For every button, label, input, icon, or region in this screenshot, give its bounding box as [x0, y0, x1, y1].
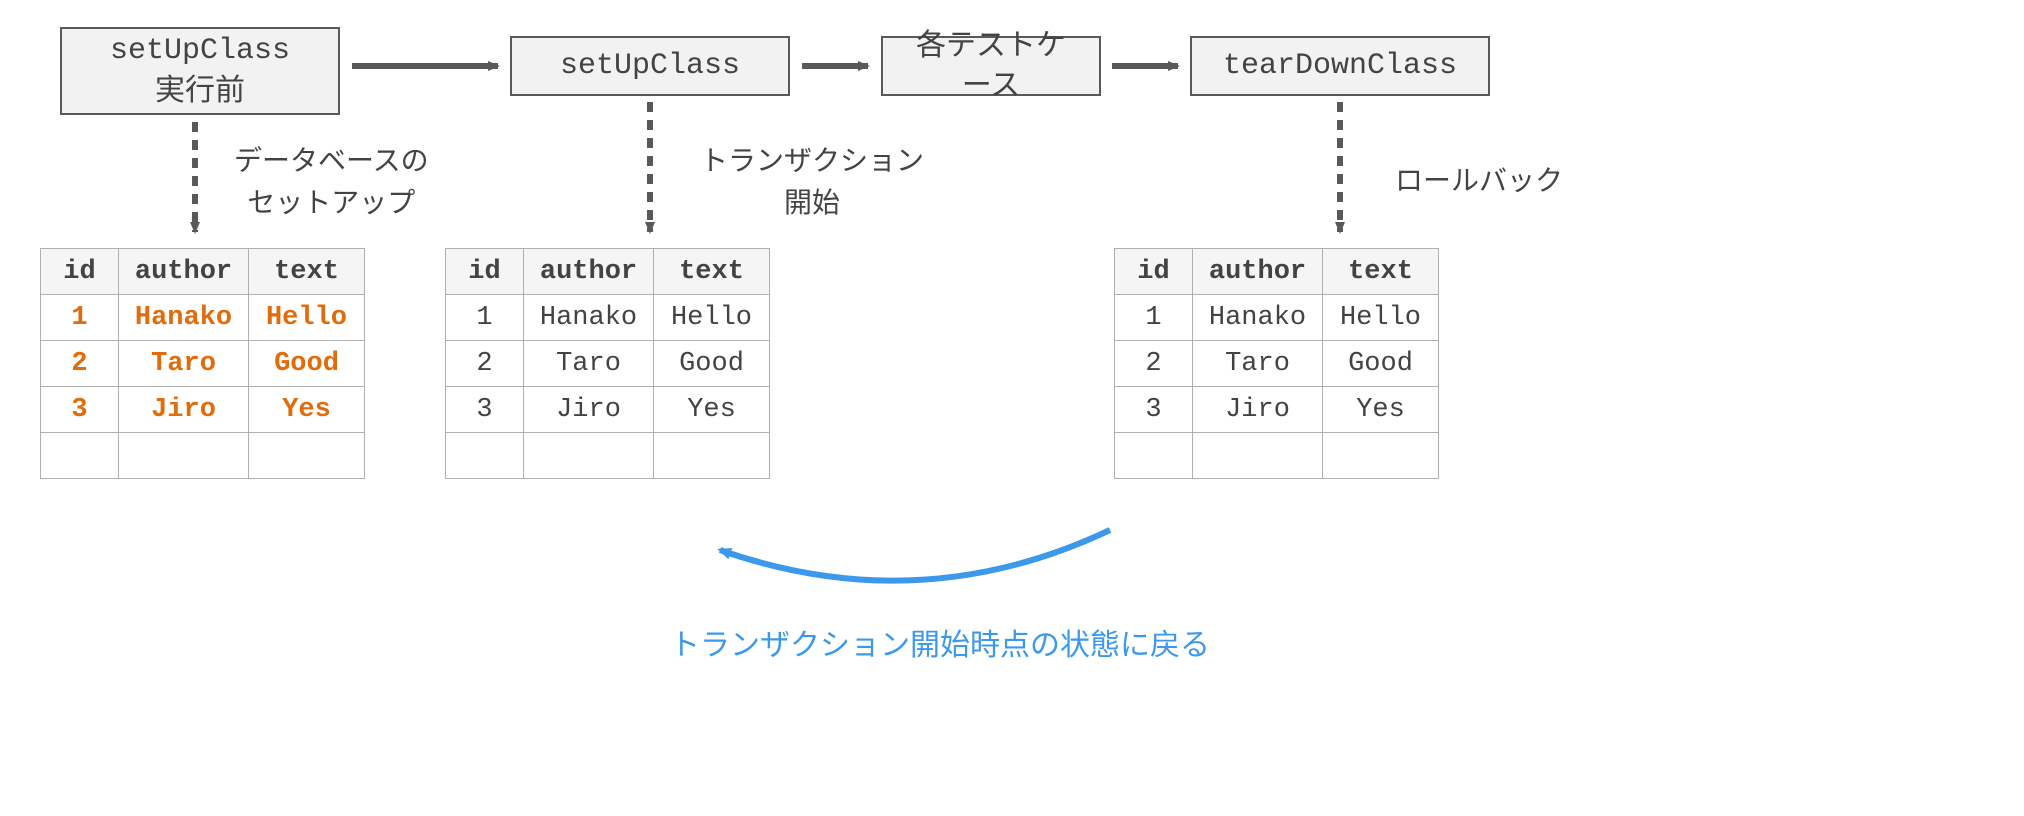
arrow-revert: [720, 530, 1110, 581]
table-row-empty: [446, 433, 770, 479]
stage-before-l1: setUpClass: [110, 31, 290, 72]
table-row: 1 Hanako Hello: [1115, 295, 1439, 341]
table-row-empty: [1115, 433, 1439, 479]
table-row: 2 Taro Good: [1115, 341, 1439, 387]
table-header-row: id author text: [41, 249, 365, 295]
label-txn-start: トランザクション 開始: [700, 140, 924, 224]
table-row-empty: [41, 433, 365, 479]
stage-box-teardown: tearDownClass: [1190, 36, 1490, 96]
table-row: 1 Hanako Hello: [41, 295, 365, 341]
table-header-row: id author text: [1115, 249, 1439, 295]
table-row: 1 Hanako Hello: [446, 295, 770, 341]
label-rollback: ロールバック: [1395, 160, 1563, 202]
stage-box-before: setUpClass 実行前: [60, 27, 340, 115]
table-row: 2 Taro Good: [446, 341, 770, 387]
table-row: 3 Jiro Yes: [1115, 387, 1439, 433]
stage-setup-label: setUpClass: [560, 46, 740, 87]
th-id: id: [41, 249, 119, 295]
stage-before-l2: 実行前: [155, 71, 245, 112]
stage-box-each: 各テストケース: [881, 36, 1101, 96]
table-row: 3 Jiro Yes: [446, 387, 770, 433]
table-header-row: id author text: [446, 249, 770, 295]
db-table-teardown: id author text 1 Hanako Hello 2 Taro Goo…: [1114, 248, 1439, 479]
th-text: text: [249, 249, 365, 295]
label-revert: トランザクション開始時点の状態に戻る: [670, 620, 1210, 664]
db-table-before: id author text 1 Hanako Hello 2 Taro Goo…: [40, 248, 365, 479]
table-row: 3 Jiro Yes: [41, 387, 365, 433]
stage-box-setup: setUpClass: [510, 36, 790, 96]
table-row: 2 Taro Good: [41, 341, 365, 387]
db-table-setup: id author text 1 Hanako Hello 2 Taro Goo…: [445, 248, 770, 479]
label-setup-db: データベースの セットアップ: [234, 140, 429, 224]
stage-teardown-label: tearDownClass: [1223, 46, 1457, 87]
th-author: author: [119, 249, 249, 295]
stage-each-label: 各テストケース: [903, 26, 1079, 107]
